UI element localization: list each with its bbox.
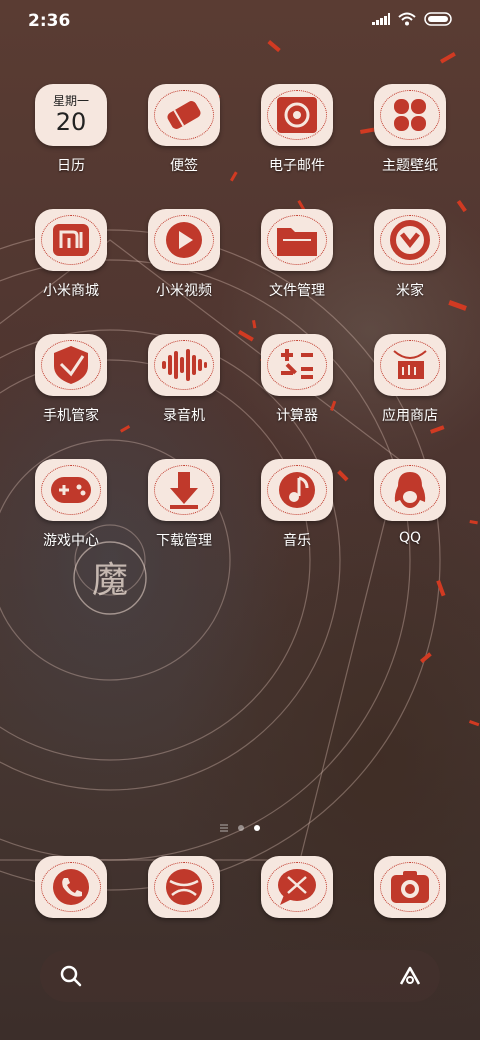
app-video[interactable]: 小米视频 xyxy=(128,209,240,300)
dock-messages[interactable] xyxy=(241,856,353,918)
downloads-icon xyxy=(148,459,220,521)
app-file-manager[interactable]: 文件管理 xyxy=(241,209,353,300)
app-label: QQ xyxy=(398,530,422,546)
app-label: 文件管理 xyxy=(269,283,325,299)
app-game-center[interactable]: 游戏中心 xyxy=(15,459,127,550)
qq-icon xyxy=(374,459,446,521)
search-icon[interactable] xyxy=(60,965,82,987)
calendar-day: 20 xyxy=(55,108,87,136)
app-notes[interactable]: 便签 xyxy=(128,84,240,175)
video-icon xyxy=(148,209,220,271)
app-label: 便签 xyxy=(170,158,198,174)
page-dot-active[interactable] xyxy=(254,825,260,831)
battery-icon xyxy=(424,12,452,26)
app-label: 电子邮件 xyxy=(269,158,325,174)
messages-icon xyxy=(261,856,333,918)
status-bar: 2:36 xyxy=(0,0,480,40)
search-bar[interactable] xyxy=(40,950,440,1002)
app-label: 游戏中心 xyxy=(43,533,99,549)
themes-icon xyxy=(374,84,446,146)
browser-icon xyxy=(148,856,220,918)
status-time: 2:36 xyxy=(28,11,71,31)
assistant-icon[interactable] xyxy=(398,965,422,987)
app-label: 小米视频 xyxy=(156,283,212,299)
app-security[interactable]: 手机管家 xyxy=(15,334,127,425)
calendar-icon: 星期一 20 xyxy=(35,84,107,146)
menu-lines-icon xyxy=(220,824,228,832)
page-indicator[interactable] xyxy=(0,824,480,832)
security-icon xyxy=(35,334,107,396)
dock-phone[interactable] xyxy=(15,856,127,918)
app-label: 下载管理 xyxy=(156,533,212,549)
app-label: 小米商城 xyxy=(43,283,99,299)
app-label: 手机管家 xyxy=(43,408,99,424)
calendar-weekday: 星期一 xyxy=(52,94,89,108)
camera-icon xyxy=(374,856,446,918)
app-email[interactable]: 电子邮件 xyxy=(241,84,353,175)
game-center-icon xyxy=(35,459,107,521)
mi-store-icon xyxy=(35,209,107,271)
wallpaper-glyph: 魔 xyxy=(92,560,128,601)
file-manager-icon xyxy=(261,209,333,271)
dock-camera[interactable] xyxy=(354,856,466,918)
notes-icon xyxy=(148,84,220,146)
phone-icon xyxy=(35,856,107,918)
app-label: 音乐 xyxy=(283,533,311,549)
email-icon xyxy=(261,84,333,146)
app-qq[interactable]: QQ xyxy=(354,459,466,546)
app-label: 米家 xyxy=(396,283,424,299)
app-store-icon xyxy=(374,334,446,396)
app-downloads[interactable]: 下载管理 xyxy=(128,459,240,550)
app-calculator[interactable]: 计算器 xyxy=(241,334,353,425)
page-dot[interactable] xyxy=(238,825,244,831)
app-mijia[interactable]: 米家 xyxy=(354,209,466,300)
app-app-store[interactable]: 应用商店 xyxy=(354,334,466,425)
app-music[interactable]: 音乐 xyxy=(241,459,353,550)
recorder-icon xyxy=(148,334,220,396)
music-icon xyxy=(261,459,333,521)
app-label: 日历 xyxy=(57,158,85,174)
wifi-icon xyxy=(398,12,416,26)
app-label: 主题壁纸 xyxy=(382,158,438,174)
app-calendar[interactable]: 星期一 20 日历 xyxy=(15,84,127,175)
dock xyxy=(0,856,480,926)
app-recorder[interactable]: 录音机 xyxy=(128,334,240,425)
dock-browser[interactable] xyxy=(128,856,240,918)
app-label: 录音机 xyxy=(163,408,205,424)
app-label: 应用商店 xyxy=(382,408,438,424)
mijia-icon xyxy=(374,209,446,271)
app-label: 计算器 xyxy=(276,408,318,424)
calculator-icon xyxy=(261,334,333,396)
app-mi-store[interactable]: 小米商城 xyxy=(15,209,127,300)
signal-icon xyxy=(372,13,390,25)
app-themes[interactable]: 主题壁纸 xyxy=(354,84,466,175)
